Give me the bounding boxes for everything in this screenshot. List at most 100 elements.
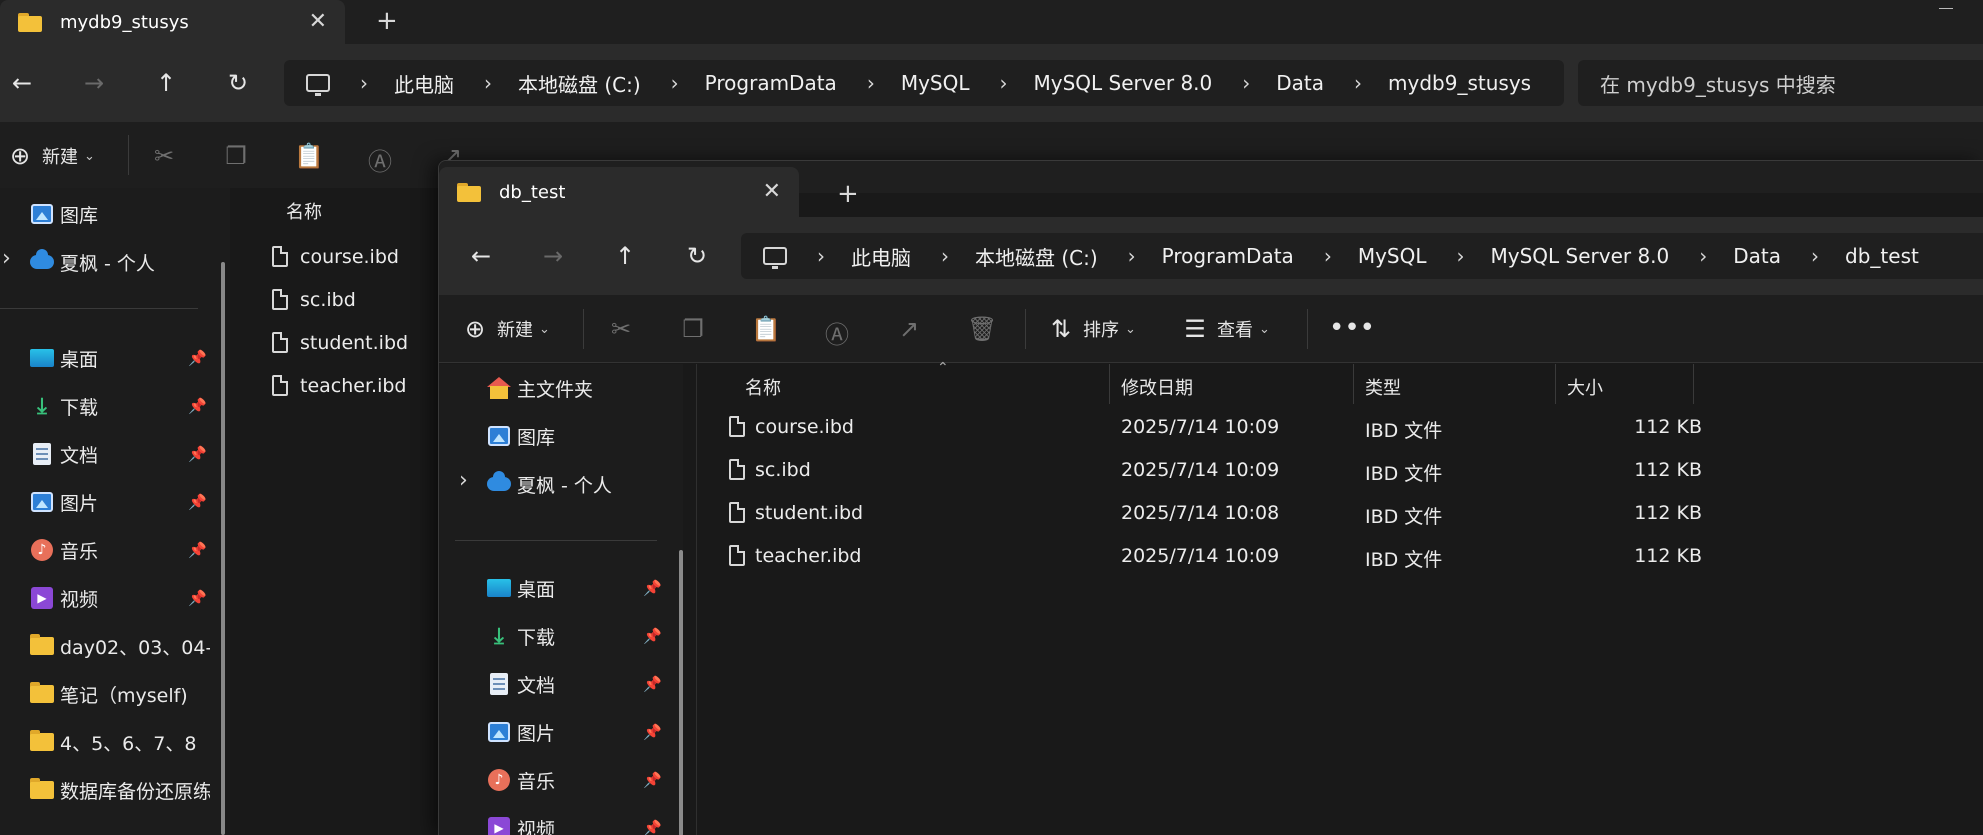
file-row[interactable]: sc.ibd — [238, 281, 438, 319]
sidebar-item-onedrive[interactable]: 夏枫 - 个人 — [487, 464, 612, 504]
sidebar-item-downloads[interactable]: ⤓ 下载 📌 — [487, 616, 667, 656]
copy-button[interactable]: ❐ — [679, 315, 715, 343]
sidebar-item-downloads[interactable]: ⤓ 下载 📌 — [30, 386, 210, 426]
new-label: 新建 — [497, 320, 533, 341]
chevron-right-icon[interactable]: › — [459, 468, 468, 493]
new-tab-button[interactable]: + — [376, 8, 398, 34]
new-button[interactable]: ⊕ 新建 ⌄ — [461, 315, 550, 343]
column-header-name[interactable]: 名称 — [286, 198, 322, 224]
more-options-button[interactable]: ••• — [1329, 313, 1375, 343]
column-divider[interactable] — [1555, 364, 1556, 404]
sidebar-item-folder[interactable]: 数据库备份还原练习 — [30, 770, 210, 810]
breadcrumb-mysql-server[interactable]: MySQL Server 8.0 — [1033, 71, 1212, 95]
sidebar-item-music[interactable]: ♪ 音乐 📌 — [487, 760, 667, 800]
sort-label: 排序 — [1083, 320, 1119, 341]
cut-button[interactable]: ✂ — [150, 142, 186, 170]
file-row[interactable]: course.ibd 2025/7/14 10:09 IBD 文件 112 KB — [697, 408, 1983, 446]
sidebar-item-folder[interactable]: day02、03、04-3 — [30, 626, 210, 666]
sidebar-item-home[interactable]: 主文件夹 — [487, 368, 593, 408]
sidebar-item-pictures[interactable]: 图片 📌 — [487, 712, 667, 752]
sort-button[interactable]: ⇅ 排序 ⌄ — [1047, 315, 1136, 343]
sidebar-item-documents[interactable]: 文档 📌 — [30, 434, 210, 474]
forward-arrow-icon[interactable]: → — [76, 65, 112, 101]
sidebar-item-desktop[interactable]: 桌面 📌 — [487, 568, 667, 608]
chevron-right-icon: › — [360, 71, 368, 95]
sidebar-scrollbar[interactable] — [679, 550, 683, 835]
file-row[interactable]: student.ibd — [238, 324, 438, 362]
close-tab-icon[interactable]: ✕ — [763, 181, 781, 203]
chevron-right-icon: › — [999, 71, 1008, 95]
sidebar-item-gallery[interactable]: 图库 — [487, 416, 555, 456]
breadcrumb-drive-c[interactable]: 本地磁盘 (C:) — [518, 69, 641, 98]
breadcrumb-mysql-server[interactable]: MySQL Server 8.0 — [1490, 244, 1669, 268]
rename-button[interactable]: Ⓐ — [823, 315, 859, 350]
column-header-name[interactable]: 名称 — [745, 374, 781, 400]
address-bar[interactable]: › 此电脑 › 本地磁盘 (C:) › ProgramData › MySQL … — [284, 60, 1564, 106]
view-button[interactable]: ☰ 查看 ⌄ — [1181, 315, 1270, 343]
close-tab-icon[interactable]: ✕ — [309, 11, 327, 33]
sidebar-item-onedrive[interactable]: 夏枫 - 个人 — [30, 242, 155, 282]
breadcrumb-programdata[interactable]: ProgramData — [1162, 244, 1294, 268]
breadcrumb-current-folder[interactable]: db_test — [1845, 244, 1919, 268]
breadcrumb-current-folder[interactable]: mydb9_stusys — [1388, 71, 1531, 95]
sidebar-item-folder[interactable]: 4、5、6、7、8 — [30, 722, 210, 762]
sidebar-item-music[interactable]: ♪ 音乐 📌 — [30, 530, 210, 570]
paste-button[interactable]: 📋 — [294, 142, 330, 170]
chevron-right-icon[interactable]: › — [2, 246, 11, 271]
column-header-size[interactable]: 大小 — [1567, 374, 1603, 400]
sidebar-item-folder[interactable]: 笔记（myself) — [30, 674, 210, 714]
column-header-modified[interactable]: 修改日期 — [1121, 374, 1193, 400]
column-divider[interactable] — [1353, 364, 1354, 404]
sidebar-item-documents[interactable]: 文档 📌 — [487, 664, 667, 704]
column-header-type[interactable]: 类型 — [1365, 374, 1401, 400]
file-list: ⌃ 名称 修改日期 类型 大小 course.ibd 2025/7/14 10:… — [697, 360, 1983, 835]
file-row[interactable]: course.ibd — [238, 238, 438, 276]
column-divider[interactable] — [1109, 364, 1110, 404]
copy-button[interactable]: ❐ — [222, 142, 258, 170]
paste-button[interactable]: 📋 — [751, 315, 787, 343]
file-modified: 2025/7/14 10:09 — [1121, 416, 1280, 438]
breadcrumb-data[interactable]: Data — [1733, 244, 1781, 268]
tab-mydb9-stusys[interactable]: mydb9_stusys ✕ — [0, 0, 345, 44]
share-button[interactable]: ↗ — [895, 315, 931, 343]
breadcrumb-this-pc[interactable]: 此电脑 — [394, 69, 454, 98]
music-icon: ♪ — [488, 769, 510, 791]
cut-button[interactable]: ✂ — [607, 315, 643, 343]
back-arrow-icon[interactable]: ← — [4, 65, 40, 101]
tab-db-test[interactable]: db_test ✕ — [439, 167, 799, 217]
up-arrow-icon[interactable]: ↑ — [607, 238, 643, 274]
file-name: student.ibd — [300, 332, 409, 354]
minimize-button[interactable] — [1939, 8, 1953, 9]
back-arrow-icon[interactable]: ← — [463, 238, 499, 274]
sidebar-item-gallery[interactable]: 图库 — [30, 194, 98, 234]
refresh-icon[interactable]: ↻ — [220, 65, 256, 101]
view-label: 查看 — [1217, 320, 1253, 341]
sidebar-scrollbar[interactable] — [221, 262, 225, 835]
refresh-icon[interactable]: ↻ — [679, 238, 715, 274]
file-row[interactable]: teacher.ibd — [238, 367, 438, 405]
file-row[interactable]: student.ibd 2025/7/14 10:08 IBD 文件 112 K… — [697, 494, 1983, 532]
delete-button[interactable]: 🗑 — [967, 315, 1003, 343]
breadcrumb-programdata[interactable]: ProgramData — [705, 71, 837, 95]
breadcrumb-mysql[interactable]: MySQL — [1358, 244, 1427, 268]
file-row[interactable]: teacher.ibd 2025/7/14 10:09 IBD 文件 112 K… — [697, 537, 1983, 575]
up-arrow-icon[interactable]: ↑ — [148, 65, 184, 101]
search-input[interactable]: 在 mydb9_stusys 中搜索 — [1578, 60, 1983, 106]
address-bar[interactable]: › 此电脑 › 本地磁盘 (C:) › ProgramData › MySQL … — [741, 233, 1983, 279]
sidebar-item-pictures[interactable]: 图片 📌 — [30, 482, 210, 522]
rename-button[interactable]: Ⓐ — [366, 142, 402, 177]
breadcrumb-mysql[interactable]: MySQL — [901, 71, 970, 95]
sidebar-item-videos[interactable]: ▶ 视频 📌 — [30, 578, 210, 618]
new-tab-button[interactable]: + — [837, 181, 859, 207]
file-icon — [729, 459, 745, 480]
breadcrumb-drive-c[interactable]: 本地磁盘 (C:) — [975, 242, 1098, 271]
forward-arrow-icon[interactable]: → — [535, 238, 571, 274]
breadcrumb-this-pc[interactable]: 此电脑 — [851, 242, 911, 271]
breadcrumb-data[interactable]: Data — [1276, 71, 1324, 95]
sidebar-item-videos[interactable]: ▶ 视频 📌 — [487, 808, 667, 835]
column-divider[interactable] — [1693, 364, 1694, 404]
chevron-down-icon: ⌄ — [1259, 321, 1270, 337]
new-button[interactable]: ⊕ 新建 ⌄ — [6, 142, 95, 170]
sidebar-item-desktop[interactable]: 桌面 📌 — [30, 338, 210, 378]
file-row[interactable]: sc.ibd 2025/7/14 10:09 IBD 文件 112 KB — [697, 451, 1983, 489]
